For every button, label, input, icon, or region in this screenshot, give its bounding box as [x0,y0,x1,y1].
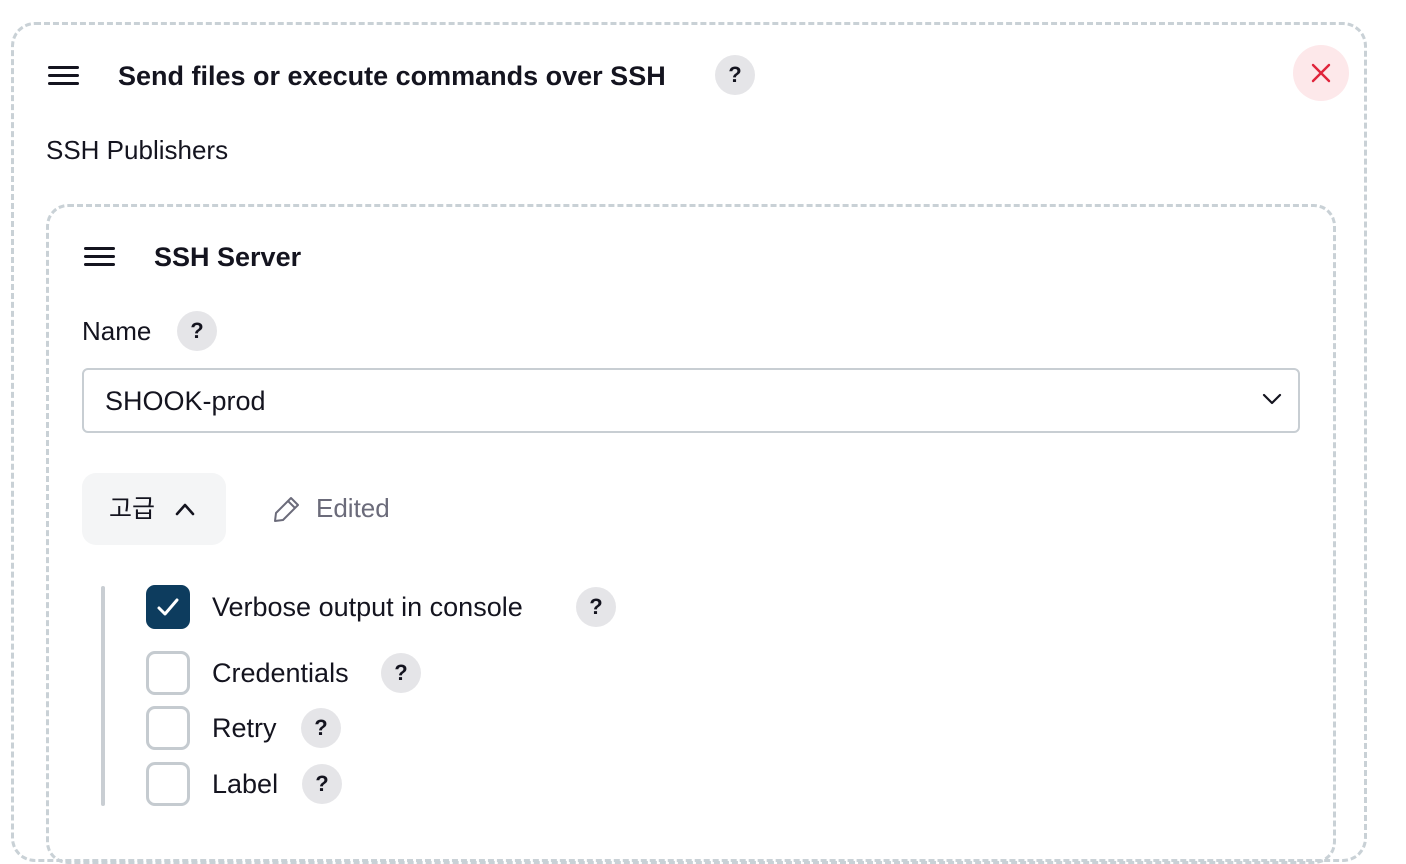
verbose-output-help-icon[interactable]: ? [576,587,616,627]
server-name-select[interactable]: SHOOK-prod [82,368,1300,433]
close-icon [1311,63,1331,83]
name-help-icon[interactable]: ? [177,311,217,351]
ssh-server-card [46,204,1336,864]
edited-label: Edited [316,493,390,523]
checkmark-icon [157,598,179,616]
server-drag-handle-icon[interactable] [84,247,115,271]
verbose-output-checkbox[interactable] [146,585,190,629]
drag-handle-icon[interactable] [48,66,79,90]
server-title: SSH Server [154,242,302,272]
step-title: Send files or execute commands over SSH [118,61,666,91]
chevron-down-icon [1262,393,1282,405]
verbose-output-label[interactable]: Verbose output in console [212,590,523,624]
advanced-label: 고급 [109,495,156,523]
credentials-label[interactable]: Credentials [212,656,349,690]
section-label: SSH Publishers [46,135,229,165]
retry-checkbox[interactable] [146,706,190,750]
name-label: Name [82,316,152,346]
pencil-icon [274,496,299,522]
label-option-label[interactable]: Label [212,767,278,801]
retry-label[interactable]: Retry [212,711,277,745]
delete-step-button[interactable] [1293,45,1349,101]
credentials-help-icon[interactable]: ? [381,653,421,693]
server-name-value: SHOOK-prod [105,386,266,416]
label-checkbox[interactable] [146,762,190,806]
step-help-icon[interactable]: ? [715,55,755,95]
credentials-checkbox[interactable] [146,651,190,695]
label-help-icon[interactable]: ? [302,764,342,804]
advanced-section-divider [101,586,105,806]
chevron-up-icon [175,503,195,516]
edited-indicator: Edited [272,493,390,524]
retry-help-icon[interactable]: ? [301,708,341,748]
advanced-toggle-button[interactable]: 고급 [82,473,226,545]
